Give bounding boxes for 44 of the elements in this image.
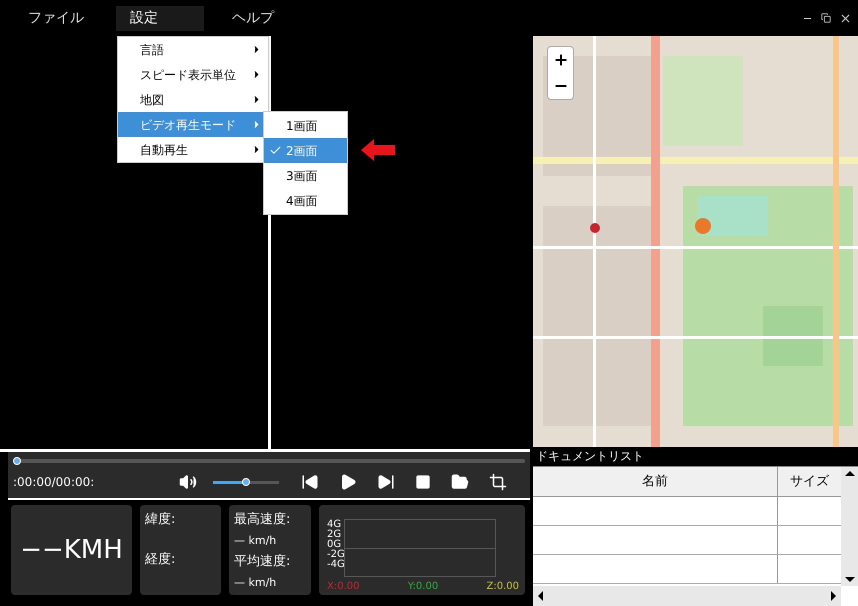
document-list-title: ドキュメントリスト	[535, 448, 645, 465]
previous-icon[interactable]	[301, 473, 319, 491]
arrow-icon	[361, 139, 395, 161]
average-speed-label: 平均速度:	[234, 553, 292, 571]
crop-icon[interactable]	[489, 473, 507, 491]
axis-reading: X:0.00	[327, 580, 360, 594]
restore-icon[interactable]	[821, 13, 831, 23]
scale-label: 4G	[327, 520, 342, 530]
menu-item[interactable]: 4画面	[264, 188, 347, 213]
play-icon[interactable]	[339, 473, 357, 491]
volume-thumb[interactable]	[242, 478, 250, 486]
menu-bar-item[interactable]: ファイル	[14, 6, 102, 30]
axis-reading: Y:0.00	[408, 580, 438, 594]
axis-reading: Z:0.00	[486, 580, 519, 594]
volume-slider[interactable]	[213, 480, 279, 484]
progress-track[interactable]	[13, 459, 525, 463]
average-speed-value: — km/h	[234, 575, 278, 591]
folder-icon[interactable]	[451, 473, 469, 491]
volume-icon[interactable]	[179, 473, 197, 491]
longitude-label: 経度:	[145, 550, 176, 568]
menu-bar-item[interactable]: 設定	[116, 6, 204, 30]
close-icon[interactable]	[839, 12, 852, 24]
menu-item[interactable]: 言語	[118, 37, 268, 62]
menu-item[interactable]: 3画面	[264, 163, 347, 188]
stop-icon[interactable]	[415, 474, 431, 490]
menu-item[interactable]: スピード表示単位	[118, 62, 268, 87]
menu-item[interactable]: 地図	[118, 87, 268, 112]
time-text: :00:00/00:00:	[13, 474, 96, 491]
scale-label: -2G	[327, 550, 345, 560]
scale-label: 2G	[327, 530, 342, 540]
vertical-scrollbar[interactable]	[841, 467, 858, 586]
latitude-label: 緯度:	[145, 511, 176, 529]
progress-thumb[interactable]	[13, 457, 21, 465]
column-header[interactable]: サイズ	[778, 467, 841, 496]
scale-label: 0G	[327, 540, 342, 550]
column-header[interactable]: 名前	[533, 467, 778, 496]
next-icon[interactable]	[377, 473, 395, 491]
max-speed-label: 最高速度:	[234, 511, 292, 529]
menu-bar-item[interactable]: ヘルプ	[218, 6, 306, 30]
zoom-in-icon[interactable]	[552, 52, 568, 68]
scale-label: -4G	[327, 560, 345, 570]
speed-text: −−KMH	[20, 534, 123, 566]
horizontal-scrollbar[interactable]	[533, 586, 841, 606]
max-speed-value: — km/h	[234, 533, 278, 549]
